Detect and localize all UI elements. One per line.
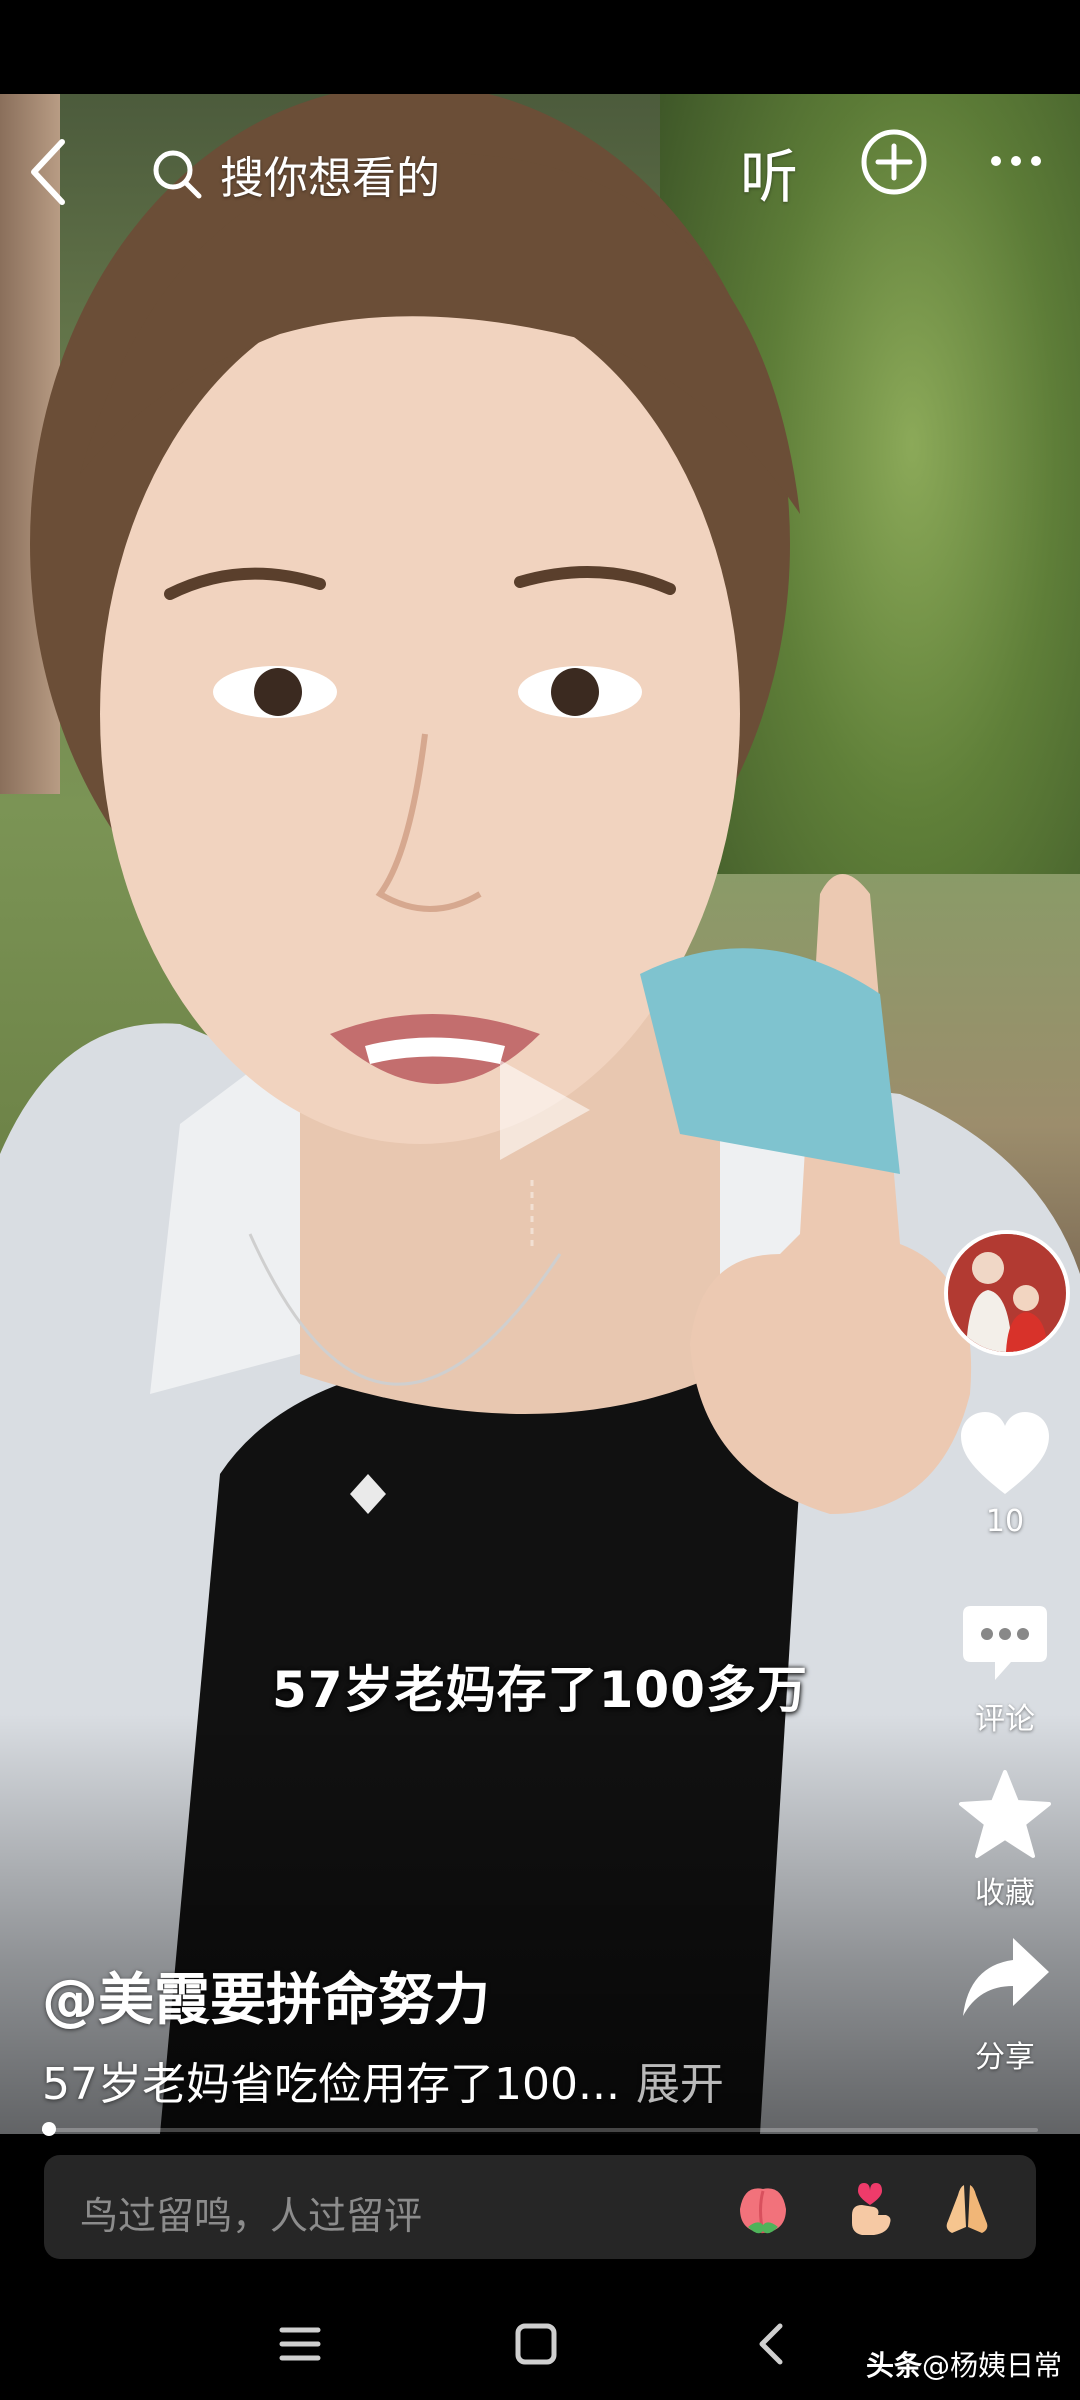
more-dots-icon[interactable] xyxy=(986,146,1046,176)
nav-back-icon[interactable] xyxy=(742,2314,802,2374)
watermark-app: 头条 xyxy=(865,2349,922,2382)
star-icon xyxy=(959,1770,1051,1858)
progress-handle[interactable] xyxy=(42,2122,56,2136)
share-button[interactable]: 分享 xyxy=(930,1932,1080,2076)
search-bar[interactable]: 搜你想看的 xyxy=(150,134,590,214)
chevron-left-icon[interactable] xyxy=(22,132,78,212)
top-bar: 搜你想看的 听 xyxy=(0,94,1080,244)
description-text: 57岁老妈省吃俭用存了100... xyxy=(42,2059,620,2110)
play-icon[interactable] xyxy=(490,1050,600,1250)
post-description[interactable]: 57岁老妈省吃俭用存了100... 展开 xyxy=(42,2048,724,2112)
menu-icon[interactable] xyxy=(270,2314,330,2374)
progress-bar[interactable] xyxy=(42,2128,1038,2132)
peach-emoji[interactable] xyxy=(734,2179,792,2237)
like-button[interactable]: 10 xyxy=(930,1410,1080,1539)
expand-link[interactable]: 展开 xyxy=(636,2059,724,2110)
video-feed-screen: 搜你想看的 听 10 评论 收藏 分享 57岁老妈存了100多万 @美霞要拼命努… xyxy=(0,0,1080,2400)
video-subtitle: 57岁老妈存了100多万 xyxy=(272,1661,808,1719)
listen-button[interactable]: 听 xyxy=(740,130,798,211)
like-count: 10 xyxy=(985,1504,1025,1539)
favorite-label: 收藏 xyxy=(975,1876,1035,1911)
watermark-handle: @杨姨日常 xyxy=(921,2349,1062,2382)
comment-input-bar[interactable]: 鸟过留鸣，人过留评 xyxy=(44,2155,1036,2259)
search-icon xyxy=(153,150,202,199)
author-name[interactable]: @美霞要拼命努力 xyxy=(42,1955,490,2036)
home-square-icon[interactable] xyxy=(506,2314,566,2374)
favorite-button[interactable]: 收藏 xyxy=(930,1768,1080,1912)
pray-hands-emoji[interactable] xyxy=(938,2179,996,2237)
share-label: 分享 xyxy=(975,2040,1035,2075)
share-arrow-icon xyxy=(963,1938,1049,2016)
heart-icon xyxy=(961,1412,1049,1494)
watermark: 头条@杨姨日常 xyxy=(866,2344,1062,2384)
search-placeholder: 搜你想看的 xyxy=(220,153,440,204)
finger-heart-emoji[interactable] xyxy=(840,2179,898,2237)
plus-circle-icon[interactable] xyxy=(860,128,928,196)
author-avatar[interactable] xyxy=(944,1230,1070,1356)
comment-placeholder: 鸟过留鸣，人过留评 xyxy=(80,2194,423,2238)
